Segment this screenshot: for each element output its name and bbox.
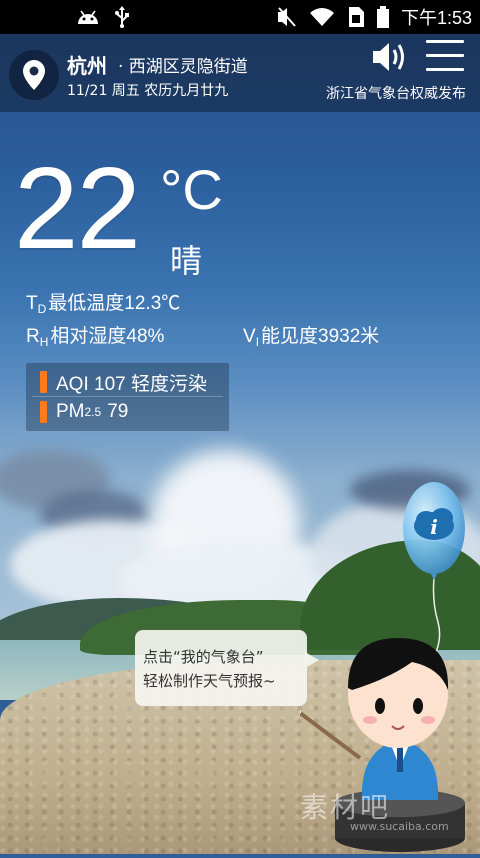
air-quality-panel[interactable]: AQI 107 轻度污染 PM 2.5 79 xyxy=(26,363,229,431)
promo-bubble[interactable]: 点击“我的气象台” 轻松制作天气预报~ xyxy=(135,630,319,706)
pm25-indicator xyxy=(40,401,47,423)
aqi-text: AQI 107 轻度污染 xyxy=(56,373,207,395)
android-icon xyxy=(78,10,98,24)
district-name[interactable]: · 西湖区灵隐街道 xyxy=(118,52,248,77)
pm25-subscript: 2.5 xyxy=(84,405,102,419)
speaker-button[interactable] xyxy=(370,38,410,80)
battery-icon xyxy=(376,6,389,28)
pm25-label: PM xyxy=(56,401,85,422)
mute-icon xyxy=(277,7,296,27)
pm25-row: PM 2.5 79 xyxy=(40,399,128,425)
location-header: 杭州 · 西湖区灵隐街道 11/21 周五 农历九月廿九 浙江省气象台权威发布 xyxy=(0,34,480,112)
city-name[interactable]: 杭州 xyxy=(67,50,107,79)
weather-condition: 晴 xyxy=(170,242,203,280)
status-time: 下午1:53 xyxy=(400,8,472,28)
status-bar: 下午1:53 xyxy=(0,0,480,34)
menu-button[interactable] xyxy=(426,40,464,74)
wifi-icon xyxy=(309,8,334,26)
speaker-icon xyxy=(373,43,404,71)
publisher-label: 浙江省气象台权威发布 xyxy=(326,86,466,102)
promo-line-2: 轻松制作天气预报~ xyxy=(143,672,276,690)
date-lunar: 11/21 周五 农历九月廿九 xyxy=(67,83,229,99)
humidity: RH 相对湿度48% xyxy=(26,326,165,349)
temperature-unit: °C xyxy=(160,158,223,221)
sim-icon xyxy=(348,7,364,27)
min-temperature: TD 最低温度12.3℃ xyxy=(26,293,181,316)
pm25-value: 79 xyxy=(107,401,129,422)
aqi-row: AQI 107 轻度污染 xyxy=(40,369,207,395)
location-button[interactable] xyxy=(9,50,59,100)
visibility: VI 能见度3932米 xyxy=(243,326,380,349)
promo-line-1: 点击“我的气象台” xyxy=(143,648,264,666)
usb-icon xyxy=(115,6,129,28)
location-pin-icon xyxy=(23,60,45,90)
watermark-url: www.sucaiba.com xyxy=(350,820,449,833)
current-temperature: 22 xyxy=(14,143,141,273)
menu-icon xyxy=(426,40,464,43)
svg-text:i: i xyxy=(430,515,438,539)
aqi-indicator xyxy=(40,371,47,393)
info-balloon-icon: i xyxy=(403,482,465,653)
